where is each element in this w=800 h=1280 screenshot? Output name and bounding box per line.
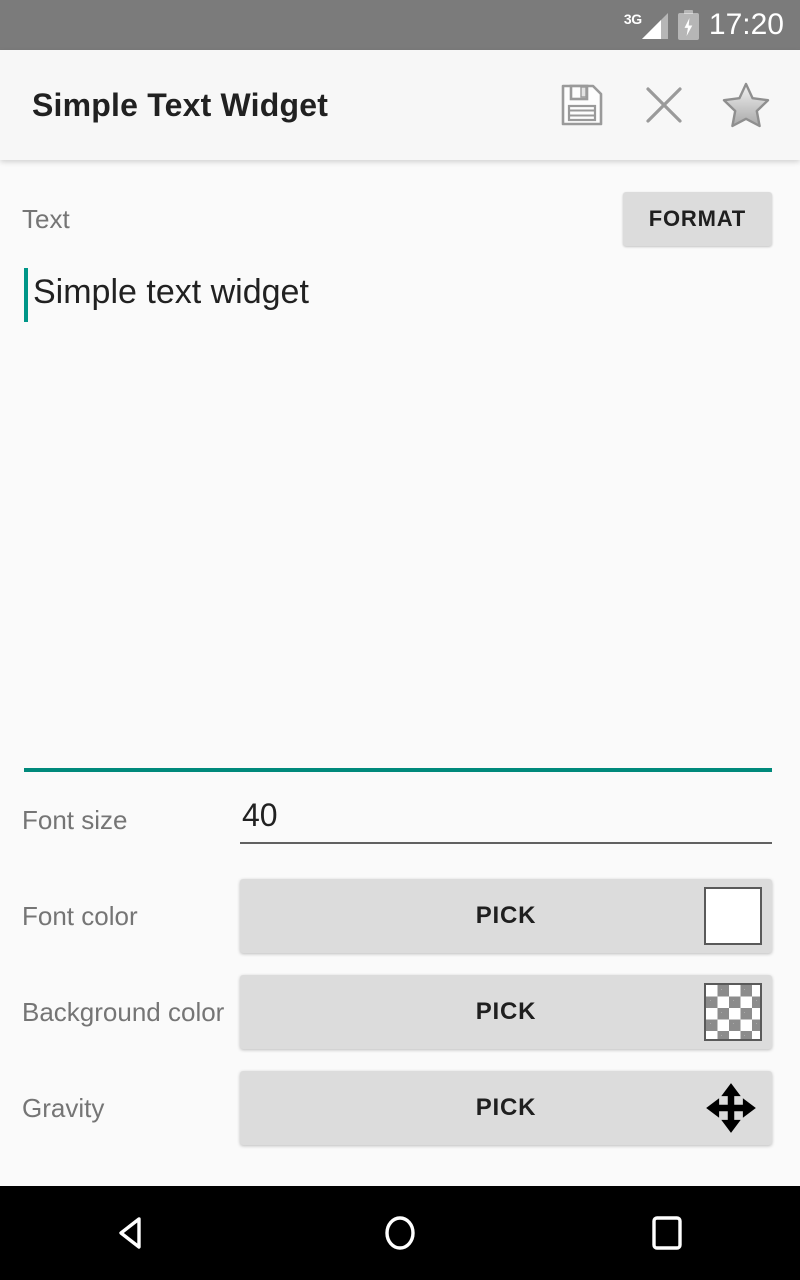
gravity-row: Gravity PICK bbox=[0, 1060, 800, 1156]
star-icon bbox=[722, 82, 770, 128]
font-size-row: Font size 40 bbox=[0, 772, 800, 868]
app-bar-actions bbox=[550, 73, 778, 137]
signal-3g-icon: 3G bbox=[623, 11, 668, 39]
font-color-pick-button[interactable]: PICK bbox=[240, 879, 772, 953]
gravity-pick-button[interactable]: PICK bbox=[240, 1071, 772, 1145]
text-input-underline bbox=[24, 768, 772, 772]
signal-bars-icon bbox=[641, 13, 668, 39]
font-color-label: Font color bbox=[22, 900, 138, 931]
font-size-input[interactable]: 40 bbox=[240, 797, 772, 844]
nav-back-button[interactable] bbox=[73, 1186, 193, 1280]
text-input-area[interactable]: Simple text widget bbox=[24, 264, 772, 772]
font-size-value: 40 bbox=[242, 796, 278, 833]
gravity-label: Gravity bbox=[22, 1092, 105, 1123]
status-bar-clock: 17:20 bbox=[708, 8, 784, 41]
nav-recents-button[interactable] bbox=[607, 1186, 727, 1280]
recents-square-icon bbox=[651, 1216, 682, 1250]
android-navigation-bar bbox=[0, 1186, 800, 1280]
background-color-label: Background color bbox=[22, 996, 225, 1027]
app-screen: 3G 17:20 Simple Text Widget Text FORMAT … bbox=[0, 0, 800, 1280]
save-button[interactable] bbox=[550, 73, 614, 137]
nav-home-button[interactable] bbox=[340, 1186, 460, 1280]
page-title: Simple Text Widget bbox=[32, 86, 329, 123]
favorite-button[interactable] bbox=[714, 73, 778, 137]
back-triangle-icon bbox=[119, 1217, 142, 1249]
close-button[interactable] bbox=[632, 73, 696, 137]
close-icon bbox=[646, 87, 682, 123]
app-bar: Simple Text Widget bbox=[0, 50, 800, 160]
gravity-pick-label: PICK bbox=[475, 1094, 537, 1121]
text-input-value: Simple text widget bbox=[33, 273, 309, 311]
font-size-label: Font size bbox=[22, 804, 128, 835]
save-icon bbox=[561, 84, 603, 126]
background-color-row: Background color PICK bbox=[0, 964, 800, 1060]
main-content: Text FORMAT Simple text widget Font size… bbox=[0, 160, 800, 1186]
font-size-underline bbox=[240, 841, 772, 844]
move-arrows-icon bbox=[706, 1083, 756, 1133]
transparent-checkerboard-swatch bbox=[704, 983, 762, 1041]
network-type-label: 3G bbox=[623, 11, 642, 27]
background-color-pick-button[interactable]: PICK bbox=[240, 975, 772, 1049]
white-color-swatch bbox=[704, 887, 762, 945]
text-cursor bbox=[24, 268, 28, 322]
font-color-row: Font color PICK bbox=[0, 868, 800, 964]
battery-charging-icon bbox=[677, 10, 699, 40]
font-color-pick-label: PICK bbox=[475, 902, 537, 929]
format-button[interactable]: FORMAT bbox=[622, 192, 772, 246]
text-field-label: Text bbox=[22, 203, 70, 234]
home-circle-icon bbox=[385, 1216, 415, 1250]
text-section-header: Text FORMAT bbox=[0, 160, 800, 246]
status-bar: 3G 17:20 bbox=[0, 0, 800, 50]
background-color-pick-label: PICK bbox=[475, 998, 537, 1025]
